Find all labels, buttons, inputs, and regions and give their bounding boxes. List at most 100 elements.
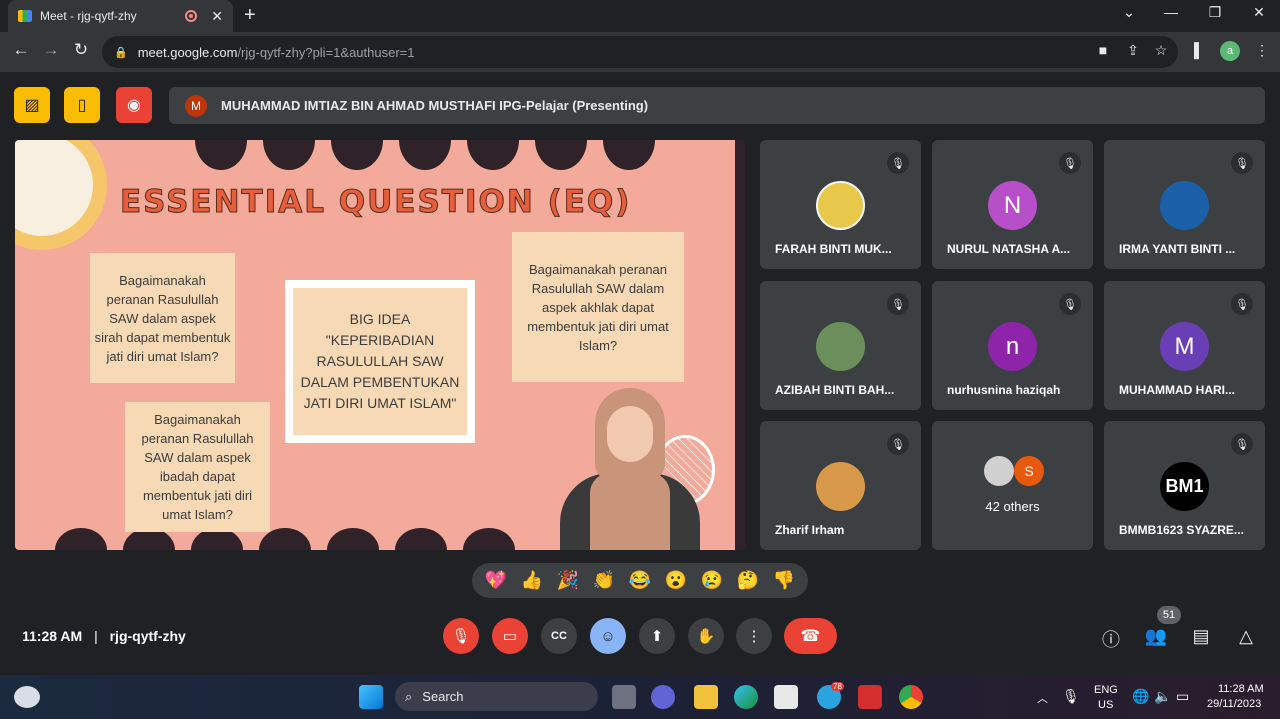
browser-toolbar: ← → ↻ 🔒 meet.google.com /rjg-qytf-zhy?pl…	[0, 32, 1280, 72]
start-icon[interactable]	[359, 685, 383, 709]
present-button[interactable]: ⬆	[639, 618, 675, 654]
reaction-sad[interactable]: 😢	[701, 570, 723, 591]
camera-toggle-button[interactable]: ▭	[492, 618, 528, 654]
others-tile[interactable]: S 42 others	[932, 421, 1093, 550]
mic-off-icon: 🎙	[887, 293, 909, 315]
side-panel-icon[interactable]: ▌	[1189, 42, 1209, 58]
participant-tile[interactable]: 🎙 N NURUL NATASHA A...	[932, 140, 1093, 269]
chrome-icon[interactable]	[899, 685, 923, 709]
bookmark-star-icon[interactable]: ☆	[1151, 42, 1171, 59]
emoji-button[interactable]: ☺	[590, 618, 626, 654]
participant-tile[interactable]: 🎙 Zharif Irham	[760, 421, 921, 550]
language-top[interactable]: ENG	[1094, 684, 1118, 696]
reaction-thumbs-up[interactable]: 👍	[521, 570, 543, 591]
network-icon[interactable]: 🌐	[1132, 688, 1149, 705]
participant-avatar	[816, 462, 865, 511]
back-icon[interactable]: ←	[10, 40, 32, 60]
weather-icon[interactable]	[14, 686, 40, 708]
new-tab-button[interactable]: +	[244, 4, 256, 27]
participant-avatar	[1160, 181, 1209, 230]
others-count: 42 others	[985, 499, 1040, 514]
profile-avatar[interactable]: a	[1220, 41, 1240, 61]
meet-logo-icon	[18, 10, 32, 22]
microphone-icon[interactable]: 🎙	[1062, 688, 1080, 705]
camera-indicator-icon[interactable]: ■	[1093, 42, 1113, 58]
close-tab-icon[interactable]: ✕	[211, 8, 223, 25]
share-icon[interactable]: ⇪	[1123, 42, 1143, 59]
pdf-reader-icon[interactable]	[858, 685, 882, 709]
mic-off-icon: 🎙	[1231, 433, 1253, 455]
lock-icon[interactable]: 🔒	[114, 46, 128, 59]
reaction-surprised[interactable]: 😮	[665, 570, 687, 591]
mic-off-icon: 🎙	[1231, 152, 1253, 174]
participant-tile[interactable]: 🎙 M MUHAMMAD HARI...	[1104, 281, 1265, 410]
people-icon[interactable]: 👥	[1144, 626, 1168, 647]
reaction-thinking[interactable]: 🤔	[737, 570, 759, 591]
reaction-bar: 💖 👍 🎉 👏 😂 😮 😢 🤔 👎	[472, 563, 808, 598]
participant-name: Zharif Irham	[775, 523, 845, 537]
reaction-heart[interactable]: 💖	[485, 570, 507, 591]
tab-search-icon[interactable]: ⌄	[1114, 4, 1144, 21]
people-count-badge: 51	[1157, 606, 1181, 624]
participant-name: nurhusnina haziqah	[947, 383, 1061, 397]
leave-call-button[interactable]: ☎	[784, 618, 837, 654]
reaction-clap[interactable]: 👏	[593, 570, 615, 591]
telegram-icon[interactable]: 78	[817, 682, 844, 709]
participant-tile[interactable]: 🎙 n nurhusnina haziqah	[932, 281, 1093, 410]
show-hidden-icons[interactable]: ︿	[1037, 690, 1048, 706]
participant-tile[interactable]: 🎙 BM1 BMMB1623 SYAZRE...	[1104, 421, 1265, 550]
mic-toggle-button[interactable]: 🎙	[443, 618, 479, 654]
info-icon[interactable]: ⓘ	[1099, 626, 1123, 652]
language-bottom[interactable]: US	[1098, 699, 1113, 711]
minimize-button[interactable]: —	[1156, 4, 1186, 20]
address-bar[interactable]: 🔒 meet.google.com /rjg-qytf-zhy?pli=1&au…	[102, 36, 1178, 68]
hide-presentation-icon[interactable]: ▨	[14, 87, 50, 123]
store-icon[interactable]	[774, 685, 798, 709]
participant-avatar	[816, 322, 865, 371]
clock-time[interactable]: 11:28 AM	[1218, 683, 1264, 695]
participant-name: IRMA YANTI BINTI ...	[1119, 242, 1236, 256]
battery-icon[interactable]: ▭	[1176, 688, 1189, 705]
clock-date[interactable]: 29/11/2023	[1207, 698, 1261, 710]
chat-app-icon[interactable]	[651, 685, 675, 709]
question-sirah: Bagaimanakah peranan Rasulullah SAW dala…	[90, 253, 235, 383]
mic-off-icon: 🎙	[1059, 293, 1081, 315]
chat-icon[interactable]: ▤	[1189, 626, 1213, 647]
taskbar-search[interactable]: ⌕ Search	[395, 682, 598, 711]
question-akhlak: Bagaimanakah peranan Rasulullah SAW dala…	[512, 232, 684, 382]
telegram-badge: 78	[831, 682, 844, 691]
mic-off-icon: 🎙	[1059, 152, 1081, 174]
browser-tab[interactable]: Meet - rjg-qytf-zhy ✕	[8, 0, 233, 32]
mic-off-icon: 🎙	[887, 433, 909, 455]
participant-tile[interactable]: 🎙 FARAH BINTI MUK...	[760, 140, 921, 269]
close-window-button[interactable]: ✕	[1244, 4, 1274, 21]
participant-avatar: M	[1160, 322, 1209, 371]
edge-icon[interactable]	[734, 685, 758, 709]
more-options-button[interactable]: ⋮	[736, 618, 772, 654]
raise-hand-button[interactable]: ✋	[688, 618, 724, 654]
reaction-party[interactable]: 🎉	[557, 570, 579, 591]
separator: |	[94, 628, 98, 644]
reaction-thumbs-down[interactable]: 👎	[773, 570, 795, 591]
file-explorer-icon[interactable]	[694, 685, 718, 709]
reload-icon[interactable]: ↻	[70, 40, 92, 60]
phone-hangup-icon: ☎	[800, 628, 821, 645]
forward-icon[interactable]: →	[40, 40, 62, 60]
presenter-banner: M MUHAMMAD IMTIAZ BIN AHMAD MUSTHAFI IPG…	[169, 87, 1265, 124]
participant-tile[interactable]: 🎙 IRMA YANTI BINTI ...	[1104, 140, 1265, 269]
search-icon: ⌕	[405, 688, 413, 704]
participant-avatar	[816, 181, 865, 230]
volume-icon[interactable]: 🔈	[1154, 688, 1171, 705]
reaction-laugh[interactable]: 😂	[629, 570, 651, 591]
captions-button[interactable]: CC	[541, 618, 577, 654]
maximize-button[interactable]: ❐	[1200, 4, 1230, 21]
recording-button[interactable]: ◉	[116, 87, 152, 123]
activities-icon[interactable]: △	[1234, 626, 1258, 647]
layout-icon[interactable]: ▯	[64, 87, 100, 123]
participant-tile[interactable]: 🎙 AZIBAH BINTI BAH...	[760, 281, 921, 410]
present-icon: ⬆	[650, 628, 664, 645]
task-view-icon[interactable]	[612, 685, 636, 709]
participant-name: BMMB1623 SYAZRE...	[1119, 523, 1244, 537]
participant-avatar: n	[988, 322, 1037, 371]
chrome-menu-icon[interactable]: ⋮	[1252, 42, 1272, 59]
